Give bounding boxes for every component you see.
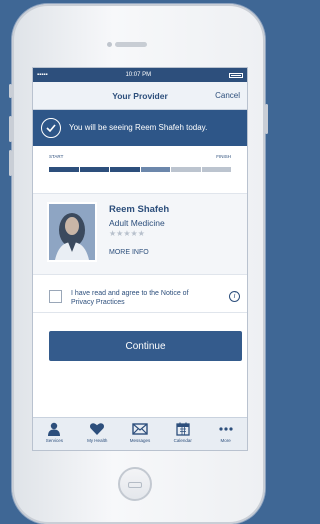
- home-button[interactable]: [118, 467, 152, 501]
- progress-start-label: START: [49, 154, 64, 159]
- status-time: 10:07 PM: [125, 72, 152, 78]
- tab-label: Calendar: [173, 438, 192, 443]
- more-icon: [218, 427, 233, 431]
- tab-label: Messages: [129, 438, 151, 443]
- progress-segment: [49, 167, 79, 172]
- tab-label: My Health: [87, 438, 108, 443]
- nav-bar: Your Provider Cancel: [33, 82, 247, 110]
- progress-segment: [171, 167, 201, 172]
- cancel-button[interactable]: Cancel: [215, 91, 240, 100]
- tab-label: Services: [45, 438, 64, 443]
- provider-specialty: Adult Medicine: [109, 218, 165, 228]
- tab-messages[interactable]: Messages: [119, 418, 162, 450]
- checkmark-icon: [41, 118, 61, 138]
- heart-icon: [90, 423, 105, 435]
- tab-bar: Services My Health Messages Calendar Mor…: [33, 417, 247, 450]
- agree-checkbox[interactable]: [49, 290, 62, 303]
- more-info-link[interactable]: MORE INFO: [109, 249, 149, 256]
- mute-switch: [9, 84, 12, 98]
- progress-segment: [201, 167, 231, 172]
- tab-more[interactable]: More: [204, 418, 247, 450]
- tab-label: More: [220, 438, 231, 443]
- info-icon[interactable]: i: [229, 291, 240, 302]
- privacy-agreement-row: I have read and agree to the Notice of P…: [33, 280, 247, 313]
- battery-icon: [228, 72, 243, 78]
- person-icon: [48, 422, 61, 436]
- banner-message: You will be seeing Reem Shafeh today.: [69, 123, 208, 132]
- progress-finish-label: FINISH: [216, 154, 231, 159]
- camera-icon: [107, 42, 112, 47]
- calendar-icon: [176, 422, 190, 436]
- app-screen: ▪▪▪▪▪ 10:07 PM Your Provider Cancel You …: [33, 68, 247, 450]
- envelope-icon: [132, 423, 148, 435]
- confirmation-banner: You will be seeing Reem Shafeh today.: [33, 110, 247, 146]
- provider-name: Reem Shafeh: [109, 204, 170, 215]
- volume-down-button: [9, 150, 12, 176]
- progress-indicator: START FINISH: [33, 146, 247, 184]
- progress-track: [49, 167, 231, 172]
- volume-up-button: [9, 116, 12, 142]
- provider-card: Reem Shafeh Adult Medicine ★★★★★ MORE IN…: [33, 193, 247, 275]
- progress-segment: [110, 167, 140, 172]
- speaker-grille: [115, 42, 147, 47]
- continue-button[interactable]: Continue: [49, 331, 242, 361]
- signal-indicator: ▪▪▪▪▪: [37, 72, 48, 78]
- agreement-label: I have read and agree to the Notice of P…: [71, 290, 189, 306]
- star-rating: ★★★★★: [109, 229, 145, 238]
- status-bar: ▪▪▪▪▪ 10:07 PM: [33, 68, 247, 82]
- progress-segment: [140, 167, 170, 172]
- progress-segment: [79, 167, 109, 172]
- tab-services[interactable]: Services: [33, 418, 76, 450]
- power-button: [265, 104, 268, 134]
- provider-photo: [47, 202, 97, 262]
- page-title: Your Provider: [112, 90, 168, 101]
- tab-my-health[interactable]: My Health: [76, 418, 119, 450]
- tab-calendar[interactable]: Calendar: [161, 418, 204, 450]
